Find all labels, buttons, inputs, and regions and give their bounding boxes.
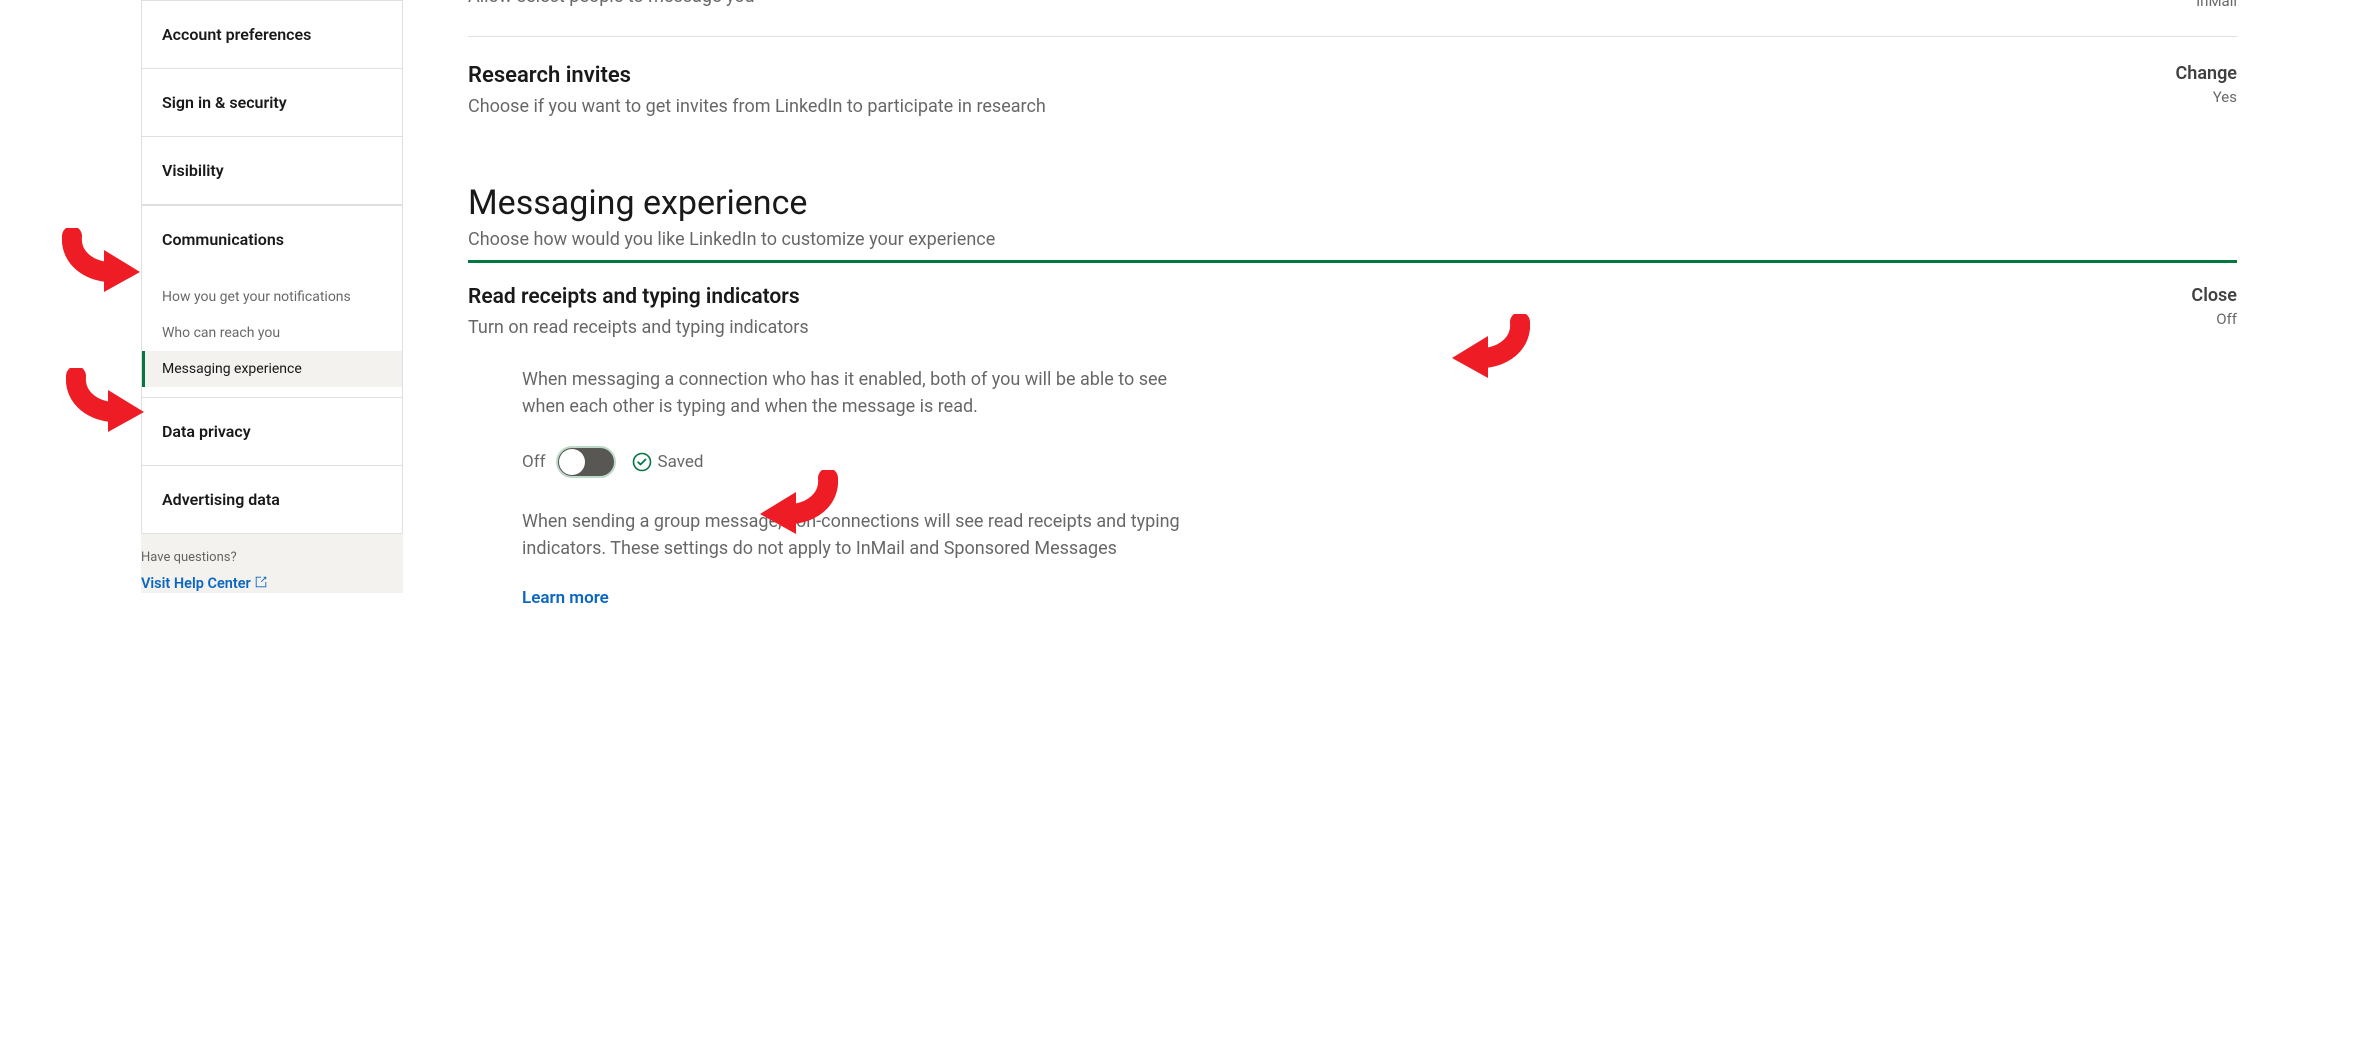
read-receipts-close-link[interactable]: Close	[2191, 285, 2237, 306]
subitem-messaging-experience[interactable]: Messaging experience	[142, 351, 402, 387]
help-question: Have questions?	[141, 550, 399, 565]
checkmark-circle-icon	[632, 452, 652, 472]
sidebar-item-visibility[interactable]: Visibility	[142, 137, 402, 205]
section-messaging-experience: Messaging experience Choose how would yo…	[468, 143, 2237, 263]
external-link-icon	[254, 575, 268, 593]
toggle-knob	[559, 449, 585, 475]
sidebar-item-account-preferences[interactable]: Account preferences	[142, 0, 402, 69]
read-receipts-toggle[interactable]	[556, 446, 616, 478]
sidebar-item-communications[interactable]: Communications	[142, 205, 402, 273]
read-receipts-value: Off	[2191, 310, 2237, 328]
saved-indicator: Saved	[632, 452, 704, 472]
messages-subtitle: Allow select people to message you	[468, 0, 755, 7]
research-change-link[interactable]: Change	[2176, 63, 2237, 84]
help-block: Have questions? Visit Help Center	[141, 534, 403, 593]
research-title: Research invites	[468, 63, 1046, 88]
sidebar-item-advertising-data[interactable]: Advertising data	[142, 466, 402, 533]
read-receipts-title: Read receipts and typing indicators	[468, 285, 1188, 309]
help-center-link-text: Visit Help Center	[141, 575, 251, 592]
help-center-link[interactable]: Visit Help Center	[141, 575, 268, 593]
main-content: Messages Allow select people to message …	[403, 0, 2357, 608]
research-value: Yes	[2176, 88, 2237, 106]
messages-value: InMail	[2196, 0, 2237, 10]
communications-submenu: How you get your notifications Who can r…	[142, 273, 402, 397]
read-receipts-description-1: When messaging a connection who has it e…	[522, 366, 1188, 420]
section-subtitle: Choose how would you like LinkedIn to cu…	[468, 229, 2237, 250]
toggle-state-label: Off	[522, 452, 546, 472]
learn-more-link[interactable]: Learn more	[522, 588, 1188, 608]
sidebar-item-signin-security[interactable]: Sign in & security	[142, 69, 402, 137]
setting-row-research-invites[interactable]: Research invites Choose if you want to g…	[468, 63, 2237, 143]
setting-row-messages[interactable]: Messages Allow select people to message …	[468, 0, 2237, 37]
setting-row-read-receipts: Read receipts and typing indicators Turn…	[468, 285, 2237, 608]
research-subtitle: Choose if you want to get invites from L…	[468, 96, 1046, 117]
subitem-notifications[interactable]: How you get your notifications	[142, 279, 402, 315]
saved-text: Saved	[658, 452, 704, 472]
sidebar-item-data-privacy[interactable]: Data privacy	[142, 398, 402, 466]
settings-sidebar: Account preferences Sign in & security V…	[141, 0, 403, 534]
read-receipts-subtitle: Turn on read receipts and typing indicat…	[468, 317, 1188, 338]
section-title: Messaging experience	[468, 183, 2237, 223]
read-receipts-description-2: When sending a group message, non-connec…	[522, 508, 1188, 562]
subitem-who-can-reach[interactable]: Who can reach you	[142, 315, 402, 351]
